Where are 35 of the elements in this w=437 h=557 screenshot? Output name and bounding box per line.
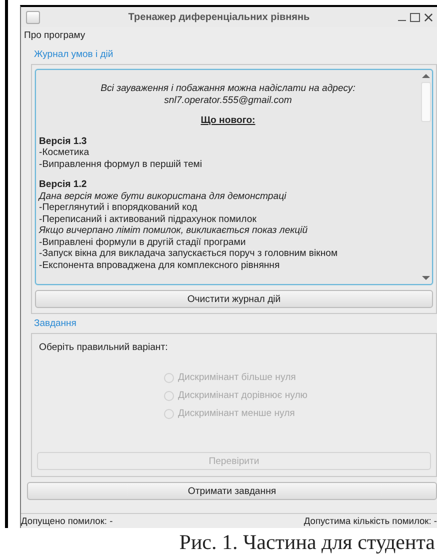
log-line: Дана версія може бути використана для демонстраці — [39, 190, 288, 202]
radio-label: Дискримінант більше нуля — [178, 372, 296, 383]
figure-caption: Рис. 1. Частина для студента — [178, 530, 436, 554]
log-line: -Косметика — [39, 147, 90, 158]
log-line: -Переглянутий і впорядкований код — [39, 202, 198, 214]
radio-label: Дискримінант дорівнює нулю — [178, 390, 308, 401]
window-icon — [26, 10, 40, 24]
status-text: Допустима кількість помилок: - — [304, 516, 437, 528]
log-line: Версія 1.3 — [39, 136, 88, 147]
radio-label: Дискримінант менше нуля — [178, 408, 295, 419]
log-line: -Виправлення формул в першій темі — [39, 158, 204, 170]
group-title: Завдання — [33, 318, 78, 331]
log-line: -Запуск вікна для викладача запускається поруч з головним вікном — [39, 248, 339, 260]
log-line: Версія 1.2 — [39, 179, 88, 190]
log-line: snl7.operator.555@gmail.com — [163, 94, 293, 106]
log-line: Якщо вичерпано ліміт помилок, викликається показ лекцій — [39, 225, 309, 236]
scroll-up-icon[interactable] — [422, 74, 430, 78]
log-line: -Переписаний і активований підрахунок помилок — [39, 214, 258, 225]
close-icon[interactable] — [424, 12, 433, 22]
scroll-thumb[interactable] — [421, 82, 431, 122]
prompt-label: Оберіть правильний варіант: — [38, 342, 169, 353]
window-title: Тренажер диференціальних рівнянь — [127, 12, 311, 22]
status-text: Допущено помилок: - — [21, 516, 113, 528]
group-title: Журнал умов і дій — [33, 49, 114, 62]
minimize-icon[interactable] — [398, 20, 406, 22]
menu-item[interactable]: Про програму — [24, 30, 86, 41]
log-line: Всі зауваження і побажання можна надіслати на адресу: — [100, 83, 356, 94]
clear-log-button[interactable]: Очистити журнал дій — [35, 290, 433, 308]
log-line: Що нового: — [200, 115, 256, 126]
log-line: -Експонента впроваджена для комплексного рівняння — [39, 260, 281, 271]
get-task-button[interactable]: Отримати завдання — [27, 482, 437, 500]
scroll-down-icon[interactable] — [422, 276, 430, 280]
log-text-area[interactable] — [35, 69, 433, 285]
log-line: -Виправлені формули в другій стадії програми — [39, 236, 247, 248]
maximize-icon[interactable] — [410, 12, 420, 22]
